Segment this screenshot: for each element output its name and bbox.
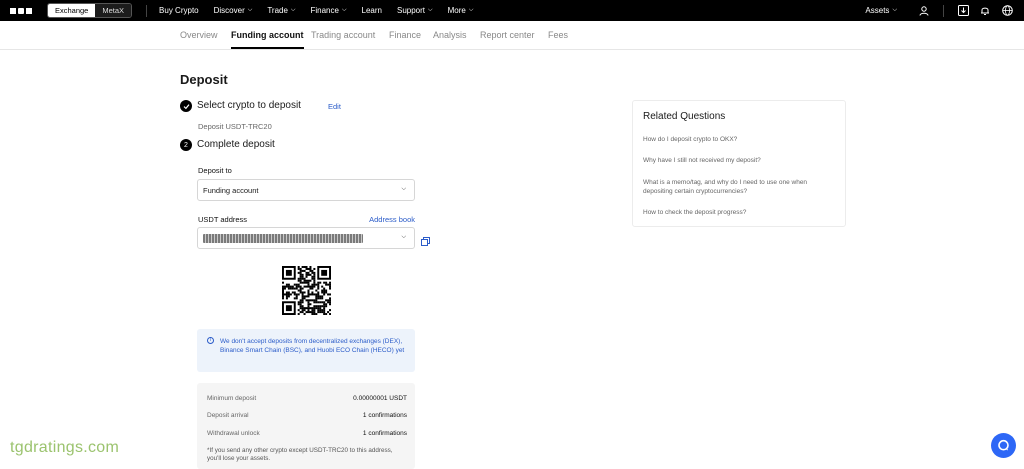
nav-right: Assets ⌵ <box>865 0 1024 21</box>
related-question-link[interactable]: How to check the deposit progress? <box>643 209 833 218</box>
exchange-metax-toggle: Exchange MetaX <box>47 3 133 18</box>
tab-fees[interactable]: Fees <box>548 30 568 40</box>
chevron-down-icon: ⌵ <box>892 7 897 13</box>
nav-divider <box>943 4 944 17</box>
related-questions-panel: Related Questions How do I deposit crypt… <box>632 100 846 227</box>
globe-icon[interactable] <box>996 5 1018 16</box>
bell-icon[interactable] <box>974 5 996 16</box>
chevron-down-icon: ⌵ <box>401 234 406 240</box>
chevron-down-icon: ⌵ <box>247 7 253 13</box>
info-row-arrival: Deposit arrival 1 confirmations <box>207 412 407 419</box>
tab-overview[interactable]: Overview <box>180 30 218 40</box>
tab-finance[interactable]: Finance <box>389 30 421 40</box>
address-label: USDT address <box>198 215 248 224</box>
exchange-toggle-button[interactable]: Exchange <box>48 4 96 17</box>
metax-toggle-button[interactable]: MetaX <box>95 4 132 17</box>
info-row-minimum: Minimum deposit 0.00000001 USDT <box>207 395 407 402</box>
notice-text: We don't accept deposits from decentrali… <box>220 338 405 354</box>
tab-funding-account[interactable]: Funding account <box>231 30 304 49</box>
main-nav-items: Buy Crypto Discover ⌵ Trade ⌵ Finance ⌵ Lea… <box>159 6 473 15</box>
copy-icon[interactable] <box>421 233 430 246</box>
nav-learn[interactable]: Learn <box>362 6 382 15</box>
chat-support-button[interactable] <box>991 433 1016 458</box>
deposit-to-label: Deposit to <box>198 166 232 175</box>
assets-menu[interactable]: Assets ⌵ <box>865 6 897 15</box>
address-value-redacted <box>203 233 363 243</box>
address-book-link[interactable]: Address book <box>369 215 415 224</box>
address-select[interactable]: ⌵ <box>197 227 415 249</box>
okx-logo[interactable] <box>10 7 32 14</box>
deposit-to-select[interactable]: Funding account ⌵ <box>197 179 415 201</box>
chevron-down-icon: ⌵ <box>428 7 433 13</box>
top-navigation-bar: Exchange MetaX Buy Crypto Discover ⌵ Trad… <box>0 0 1024 21</box>
info-row-unlock: Withdrawal unlock 1 confirmations <box>207 430 407 437</box>
related-questions-title: Related Questions <box>643 111 726 122</box>
user-icon[interactable] <box>913 5 935 16</box>
page-title: Deposit <box>180 72 228 87</box>
info-icon: i <box>207 337 214 344</box>
chat-icon <box>998 439 1009 451</box>
deposit-warning: *If you send any other crypto except USD… <box>207 447 393 462</box>
chevron-down-icon: ⌵ <box>341 7 347 13</box>
related-question-link[interactable]: What is a memo/tag, and why do I need to… <box>643 179 833 196</box>
nav-trade[interactable]: Trade ⌵ <box>267 6 295 15</box>
chevron-down-icon: ⌵ <box>468 7 474 13</box>
nav-divider <box>146 4 148 17</box>
related-question-link[interactable]: Why have I still not received my deposit… <box>643 157 833 166</box>
deposit-info-box: Minimum deposit 0.00000001 USDT Deposit … <box>197 383 415 469</box>
step-number-badge: 2 <box>180 139 192 151</box>
selected-crypto: Deposit USDT-TRC20 <box>198 122 272 131</box>
tab-analysis[interactable]: Analysis <box>433 30 467 40</box>
nav-finance[interactable]: Finance ⌵ <box>310 6 346 15</box>
edit-link[interactable]: Edit <box>328 102 341 111</box>
deposit-qr-code <box>282 266 332 316</box>
account-sub-navigation: Overview Funding account Trading account… <box>0 21 1024 50</box>
step1-title: Select crypto to deposit <box>197 100 301 111</box>
watermark-text: tgdratings.com <box>10 439 120 456</box>
nav-buy-crypto[interactable]: Buy Crypto <box>159 6 199 15</box>
nav-discover[interactable]: Discover ⌵ <box>214 6 253 15</box>
nav-more[interactable]: More ⌵ <box>448 6 474 15</box>
tab-report-center[interactable]: Report center <box>480 30 535 40</box>
nav-support[interactable]: Support ⌵ <box>397 6 433 15</box>
step2-title: Complete deposit <box>197 139 275 150</box>
download-icon[interactable] <box>952 5 974 16</box>
deposit-notice: i We don't accept deposits from decentra… <box>197 329 415 372</box>
chevron-down-icon: ⌵ <box>290 7 296 13</box>
chevron-down-icon: ⌵ <box>401 186 406 192</box>
check-icon <box>180 100 192 112</box>
related-question-link[interactable]: How do I deposit crypto to OKX? <box>643 136 833 145</box>
tab-trading-account[interactable]: Trading account <box>311 30 375 40</box>
